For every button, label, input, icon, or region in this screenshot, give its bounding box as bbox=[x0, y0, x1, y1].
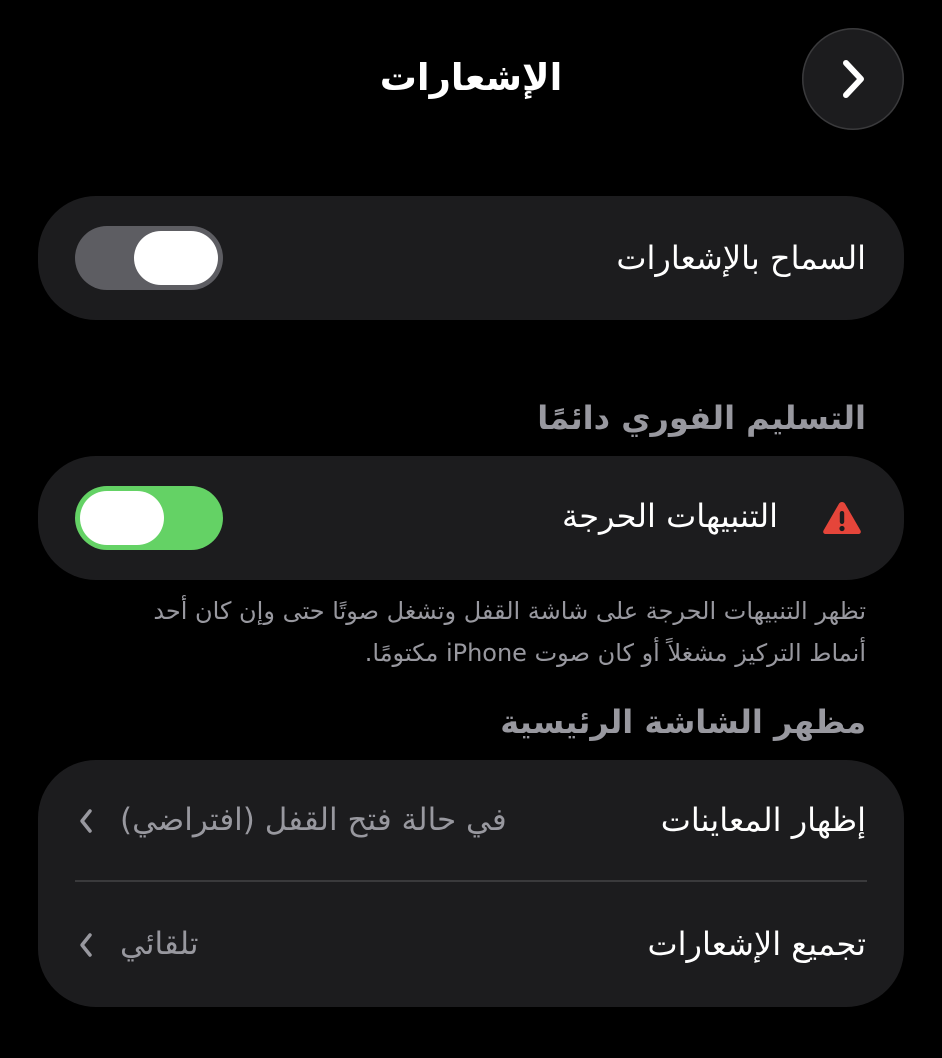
toggle-knob bbox=[80, 491, 164, 545]
chevron-left-icon bbox=[80, 809, 92, 833]
show-previews-label: إظهار المعاينات bbox=[660, 801, 866, 839]
lock-screen-header: مظهر الشاشة الرئيسية bbox=[500, 703, 866, 741]
toggle-knob bbox=[134, 231, 218, 285]
critical-alerts-card: التنبيهات الحرجة bbox=[38, 456, 904, 580]
lock-screen-card: إظهار المعاينات في حالة فتح القفل (افترا… bbox=[38, 760, 904, 1007]
warning-triangle-icon bbox=[823, 502, 861, 534]
immediate-delivery-header: التسليم الفوري دائمًا bbox=[537, 399, 866, 437]
chevron-right-icon bbox=[843, 60, 864, 98]
show-previews-row[interactable]: إظهار المعاينات في حالة فتح القفل (افترا… bbox=[38, 760, 904, 881]
show-previews-value: في حالة فتح القفل (افتراضي) bbox=[120, 802, 507, 838]
notification-grouping-row[interactable]: تجميع الإشعارات تلقائي bbox=[38, 882, 904, 1007]
allow-notifications-card: السماح بالإشعارات bbox=[38, 196, 904, 320]
chevron-left-icon bbox=[80, 933, 92, 957]
allow-notifications-label: السماح بالإشعارات bbox=[616, 239, 866, 277]
critical-alerts-label: التنبيهات الحرجة bbox=[562, 497, 778, 535]
notification-grouping-value: تلقائي bbox=[120, 926, 199, 962]
back-button[interactable] bbox=[802, 28, 904, 130]
notification-grouping-label: تجميع الإشعارات bbox=[647, 925, 866, 963]
page-title: الإشعارات bbox=[379, 56, 563, 99]
allow-notifications-toggle[interactable] bbox=[75, 226, 223, 290]
critical-alerts-footer: تظهر التنبيهات الحرجة على شاشة القفل وتش… bbox=[153, 597, 866, 667]
critical-alerts-toggle[interactable] bbox=[75, 486, 223, 550]
